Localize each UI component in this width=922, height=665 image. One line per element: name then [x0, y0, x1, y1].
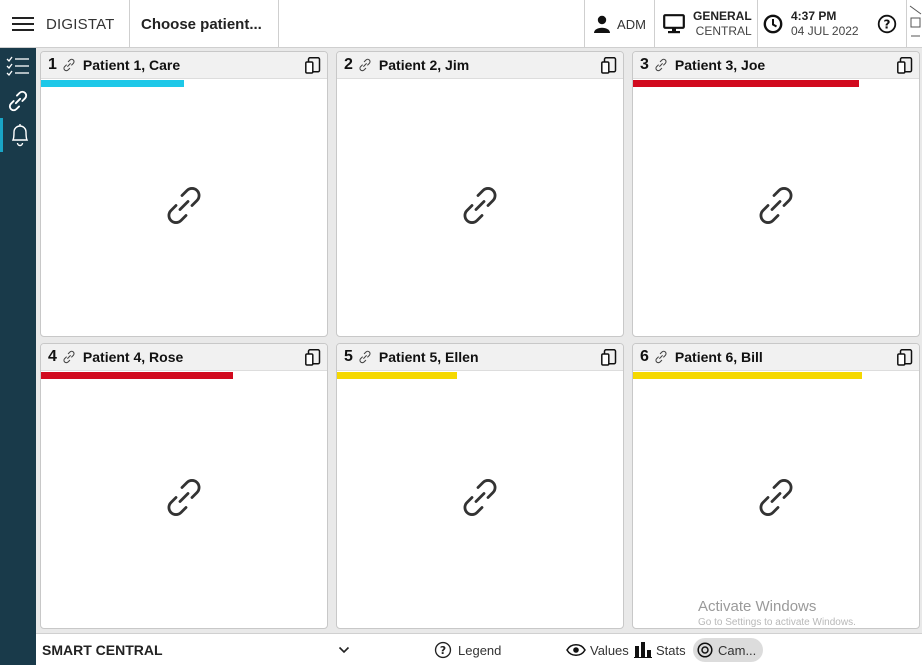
- help-button[interactable]: ?: [868, 0, 906, 48]
- camera-icon: [697, 642, 713, 658]
- sidebar-item-alarms[interactable]: [0, 118, 36, 152]
- user-name: ADM: [617, 16, 646, 32]
- eye-icon: [566, 643, 586, 657]
- link-icon: [456, 182, 504, 235]
- devices-icon[interactable]: [897, 349, 913, 371]
- bar-chart-icon: [634, 642, 652, 658]
- checklist-icon: [5, 54, 31, 80]
- patient-name: Patient 4, Rose: [82, 349, 184, 365]
- svg-text:?: ?: [440, 644, 446, 657]
- choose-patient-button[interactable]: Choose patient...: [130, 0, 279, 48]
- tile-header: 5 Patient 5, Ellen: [337, 344, 623, 371]
- patient-tile[interactable]: 1 Patient 1, Care: [40, 51, 328, 337]
- workstation-button[interactable]: GENERAL CENTRAL: [655, 0, 758, 48]
- tile-header: 4 Patient 4, Rose: [41, 344, 327, 371]
- workstation-name: GENERAL: [693, 9, 752, 23]
- chevron-down-icon: [338, 646, 350, 654]
- camera-label: Cam...: [718, 642, 757, 658]
- status-bar: [337, 372, 458, 379]
- bottom-bar: SMART CENTRAL ? Legend Values Stats Cam.…: [36, 633, 922, 665]
- status-bar: [41, 80, 184, 87]
- link-icon: [456, 474, 504, 527]
- stats-label: Stats: [656, 642, 686, 658]
- bed-number: 2: [344, 56, 353, 73]
- patient-tile[interactable]: 5 Patient 5, Ellen: [336, 343, 624, 629]
- link-icon: [357, 57, 373, 73]
- patient-name: Patient 5, Ellen: [378, 349, 479, 365]
- user-button[interactable]: ADM: [584, 0, 655, 48]
- window-controls[interactable]: [906, 0, 922, 48]
- patient-name: Patient 1, Care: [82, 57, 181, 73]
- patient-tile[interactable]: 4 Patient 4, Rose: [40, 343, 328, 629]
- tile-header: 3 Patient 3, Joe: [633, 52, 919, 79]
- hamburger-menu-icon[interactable]: [12, 16, 34, 32]
- patient-name: Patient 6, Bill: [674, 349, 763, 365]
- devices-icon[interactable]: [897, 57, 913, 79]
- window-restore-icon[interactable]: [908, 4, 922, 44]
- status-bar: [41, 372, 233, 379]
- clock-time: 4:37 PM: [791, 9, 837, 23]
- patient-tile[interactable]: 3 Patient 3, Joe: [632, 51, 920, 337]
- patient-name: Patient 2, Jim: [378, 57, 470, 73]
- devices-icon[interactable]: [601, 349, 617, 371]
- tile-header: 6 Patient 6, Bill: [633, 344, 919, 371]
- user-icon: [593, 15, 611, 33]
- module-name: SMART CENTRAL: [42, 642, 163, 658]
- help-icon: ?: [434, 641, 452, 659]
- patient-tile[interactable]: 2 Patient 2, Jim: [336, 51, 624, 337]
- clock-area: 4:37 PM 04 JUL 2022: [758, 0, 868, 48]
- devices-icon[interactable]: [305, 57, 321, 79]
- status-bar: [633, 372, 862, 379]
- patient-name: Patient 3, Joe: [674, 57, 766, 73]
- sidebar-item-checklist[interactable]: [0, 50, 36, 84]
- bed-number: 1: [48, 56, 57, 73]
- svg-text:?: ?: [884, 18, 891, 32]
- link-icon: [160, 474, 208, 527]
- clock-date: 04 JUL 2022: [791, 24, 859, 38]
- link-icon: [61, 349, 77, 365]
- link-icon: [357, 349, 373, 365]
- sidebar-item-link[interactable]: [0, 84, 36, 118]
- link-icon: [653, 349, 669, 365]
- main-menu-area[interactable]: DIGISTAT: [0, 0, 130, 48]
- values-label: Values: [590, 642, 629, 658]
- tile-header: 1 Patient 1, Care: [41, 52, 327, 79]
- app-brand: DIGISTAT: [46, 15, 115, 33]
- bed-number: 4: [48, 348, 57, 365]
- status-bar: [633, 80, 859, 87]
- bed-number: 3: [640, 56, 649, 73]
- camera-button[interactable]: Cam...: [693, 638, 764, 662]
- stats-button[interactable]: Stats: [634, 634, 686, 665]
- module-dropdown-button[interactable]: [336, 634, 352, 665]
- legend-button[interactable]: ? Legend: [434, 634, 501, 665]
- monitor-icon: [663, 14, 685, 34]
- top-bar: DIGISTAT Choose patient... ADM GENERAL C…: [0, 0, 922, 48]
- clock-icon: [763, 14, 783, 34]
- tile-header: 2 Patient 2, Jim: [337, 52, 623, 79]
- bed-number: 6: [640, 348, 649, 365]
- link-icon: [752, 182, 800, 235]
- bell-icon: [8, 122, 32, 148]
- link-icon: [752, 474, 800, 527]
- legend-label: Legend: [458, 642, 502, 658]
- link-icon: [160, 182, 208, 235]
- devices-icon[interactable]: [305, 349, 321, 371]
- patient-tile[interactable]: 6 Patient 6, Bill: [632, 343, 920, 629]
- workstation-location: CENTRAL: [695, 24, 752, 38]
- devices-icon[interactable]: [601, 57, 617, 79]
- help-icon[interactable]: ?: [877, 14, 897, 34]
- bed-number: 5: [344, 348, 353, 365]
- link-icon: [61, 57, 77, 73]
- link-icon: [5, 88, 31, 114]
- sidebar: [0, 48, 36, 665]
- values-button[interactable]: Values: [566, 634, 629, 665]
- link-icon: [653, 57, 669, 73]
